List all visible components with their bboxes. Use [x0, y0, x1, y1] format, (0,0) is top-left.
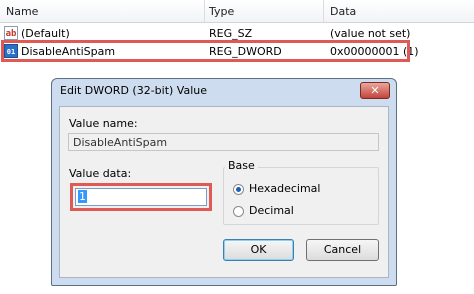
- column-divider[interactable]: [204, 0, 205, 22]
- edit-dword-dialog: Edit DWORD (32-bit) Value ✕ Value name: …: [51, 78, 397, 286]
- row-highlight-box: [1, 40, 410, 62]
- base-group: [223, 167, 379, 225]
- column-name-header[interactable]: Name: [6, 5, 38, 18]
- hexadecimal-radio[interactable]: [233, 184, 244, 195]
- hexadecimal-label[interactable]: Hexadecimal: [249, 182, 320, 195]
- value-name: (Default): [21, 27, 70, 40]
- value-data: (value not set): [330, 27, 411, 40]
- column-type-header[interactable]: Type: [209, 5, 234, 18]
- value-data-input[interactable]: 1: [75, 188, 207, 206]
- cancel-button[interactable]: Cancel: [306, 239, 379, 261]
- value-name-label: Value name:: [69, 117, 138, 130]
- value-data-text: 1: [78, 190, 87, 203]
- dialog-title: Edit DWORD (32-bit) Value: [60, 84, 208, 97]
- decimal-label[interactable]: Decimal: [249, 204, 294, 217]
- column-divider[interactable]: [323, 0, 324, 22]
- dialog-body: Value name: DisableAntiSpam Value data: …: [59, 106, 389, 278]
- column-data-header[interactable]: Data: [330, 5, 356, 18]
- value-name-field: DisableAntiSpam: [68, 133, 379, 151]
- base-label: Base: [225, 159, 258, 172]
- value-type: REG_SZ: [209, 27, 253, 40]
- string-value-icon: ab: [4, 26, 18, 40]
- value-data-highlight-box: 1: [70, 183, 212, 211]
- list-header: Name Type Data: [0, 0, 474, 23]
- decimal-radio[interactable]: [233, 206, 244, 217]
- close-button[interactable]: ✕: [360, 82, 390, 99]
- value-data-label: Value data:: [69, 167, 132, 180]
- ok-button[interactable]: OK: [223, 239, 294, 261]
